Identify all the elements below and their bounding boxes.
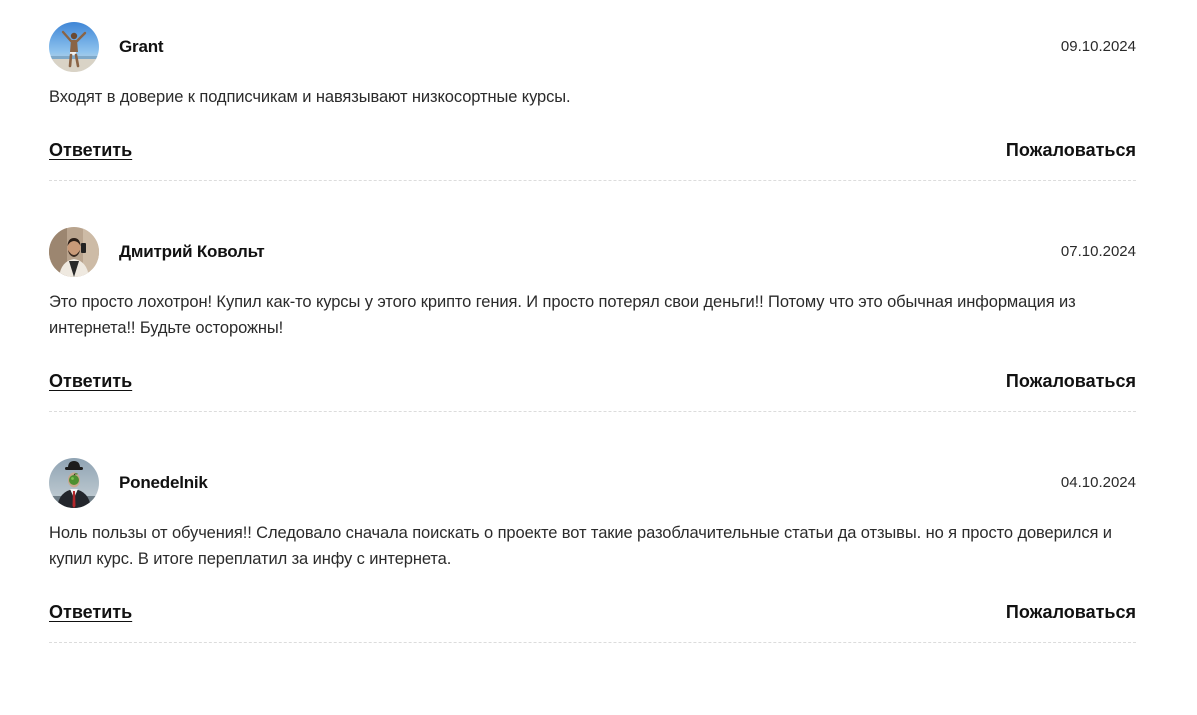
comment-date: 07.10.2024 — [1060, 243, 1136, 260]
avatar — [49, 21, 99, 72]
comment-header: Grant 09.10.2024 — [49, 21, 1136, 72]
author-name: Grant — [119, 36, 164, 56]
report-button[interactable]: Пожаловаться — [1006, 602, 1136, 623]
comment-actions: Ответить Пожаловаться — [49, 371, 1136, 411]
comment-header: Дмитрий Ковольт 07.10.2024 — [49, 226, 1136, 277]
comment-text: Ноль пользы от обучения!! Следовало снач… — [49, 524, 1112, 568]
reply-button[interactable]: Ответить — [49, 602, 132, 623]
comment-item: Ponedelnik 04.10.2024 Ноль пользы от обу… — [49, 457, 1136, 643]
person-beach-photo-icon — [49, 21, 99, 72]
author-name: Ponedelnik — [119, 472, 208, 492]
comment-header: Ponedelnik 04.10.2024 — [49, 457, 1136, 508]
report-button[interactable]: Пожаловаться — [1006, 371, 1136, 392]
person-selfie-photo-icon — [49, 226, 99, 277]
avatar — [49, 457, 99, 508]
reply-button[interactable]: Ответить — [49, 140, 132, 161]
comment-date: 09.10.2024 — [1060, 38, 1136, 55]
son-of-man-painting-icon — [49, 457, 99, 508]
reply-button[interactable]: Ответить — [49, 371, 132, 392]
comment-actions: Ответить Пожаловаться — [49, 140, 1136, 180]
comments-list: Grant 09.10.2024 Входят в доверие к подп… — [49, 21, 1136, 643]
comment-text: Это просто лохотрон! Купил как-то курсы … — [49, 293, 1076, 337]
comment-actions: Ответить Пожаловаться — [49, 602, 1136, 642]
avatar — [49, 226, 99, 277]
comment-item: Grant 09.10.2024 Входят в доверие к подп… — [49, 21, 1136, 181]
comment-item: Дмитрий Ковольт 07.10.2024 Это просто ло… — [49, 226, 1136, 412]
comment-date: 04.10.2024 — [1060, 474, 1136, 491]
report-button[interactable]: Пожаловаться — [1006, 140, 1136, 161]
comment-text: Входят в доверие к подписчикам и навязыв… — [49, 88, 571, 106]
author-name: Дмитрий Ковольт — [119, 241, 265, 261]
